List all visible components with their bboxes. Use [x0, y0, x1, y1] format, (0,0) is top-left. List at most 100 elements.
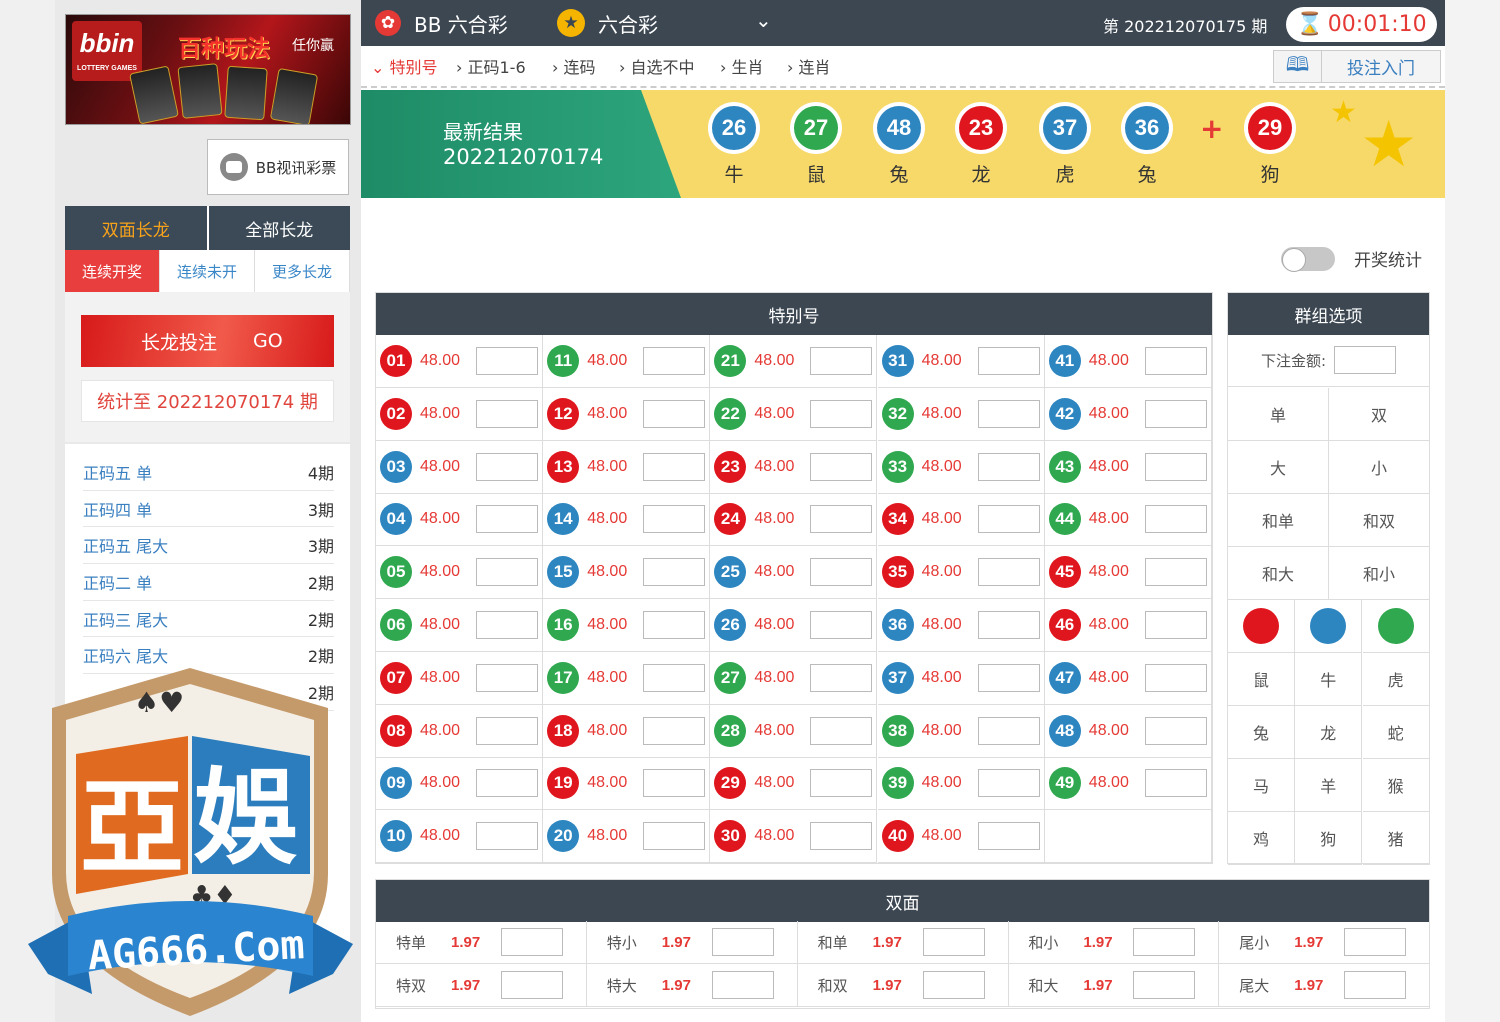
number-cell[interactable]: 08 48.00 — [376, 704, 543, 758]
number-cell[interactable]: 02 48.00 — [376, 387, 543, 441]
two-sided-cell[interactable]: 特大 1.97 — [586, 964, 798, 1007]
bet-input[interactable] — [643, 611, 706, 639]
bet-input[interactable] — [977, 558, 1040, 587]
video-lottery-button[interactable]: BB视讯彩票 — [207, 139, 349, 195]
number-cell[interactable]: 20 48.00 — [543, 810, 711, 864]
bet-input[interactable] — [1144, 452, 1207, 481]
bet-input[interactable] — [977, 505, 1040, 534]
bet-amount-input[interactable] — [1334, 346, 1397, 374]
bet-input[interactable] — [810, 558, 873, 587]
bet-input[interactable] — [922, 971, 985, 999]
two-sided-cell[interactable]: 特小 1.97 — [586, 921, 798, 964]
number-cell[interactable]: 27 48.00 — [710, 651, 878, 705]
group-option[interactable]: 和双 — [1329, 494, 1430, 547]
game-name[interactable]: 六合彩 — [598, 9, 658, 38]
bet-input[interactable] — [643, 399, 706, 428]
bet-input[interactable] — [643, 716, 706, 745]
bet-input[interactable] — [977, 822, 1040, 851]
zodiac-option[interactable]: 猪 — [1362, 812, 1430, 865]
number-cell[interactable]: 25 48.00 — [710, 546, 878, 600]
bet-input[interactable] — [476, 399, 538, 428]
bet-input[interactable] — [1133, 928, 1196, 956]
group-option[interactable]: 单 — [1228, 388, 1329, 441]
bet-input[interactable] — [977, 769, 1040, 798]
bet-input[interactable] — [1144, 399, 1207, 428]
list-item[interactable]: 正码五 单 4期 — [83, 454, 334, 491]
bet-input[interactable] — [1144, 505, 1207, 534]
bet-input[interactable] — [810, 347, 873, 375]
number-cell[interactable]: 40 48.00 — [877, 810, 1045, 864]
number-cell[interactable]: 46 48.00 — [1044, 599, 1212, 652]
bet-input[interactable] — [977, 399, 1040, 428]
two-sided-cell[interactable]: 尾小 1.97 — [1219, 921, 1431, 964]
number-cell[interactable]: 06 48.00 — [376, 599, 543, 652]
long-bet-go-button[interactable]: 长龙投注 GO — [81, 315, 334, 367]
list-item[interactable]: 正码五 尾大 3期 — [83, 527, 334, 565]
number-cell[interactable]: 31 48.00 — [877, 335, 1045, 388]
bet-input[interactable] — [810, 769, 873, 798]
bet-input[interactable] — [810, 505, 873, 534]
zodiac-option[interactable]: 虎 — [1362, 653, 1430, 706]
bet-input[interactable] — [476, 558, 538, 587]
zodiac-option[interactable]: 兔 — [1228, 706, 1295, 759]
zodiac-option[interactable]: 鸡 — [1228, 812, 1295, 865]
number-cell[interactable]: 26 48.00 — [710, 599, 878, 652]
number-cell[interactable]: 14 48.00 — [543, 493, 711, 547]
number-cell[interactable]: 24 48.00 — [710, 493, 878, 547]
bet-input[interactable] — [922, 928, 985, 956]
number-cell[interactable]: 32 48.00 — [877, 387, 1045, 441]
subtab-more-long[interactable]: 更多长龙 — [255, 250, 350, 292]
nav-shengxiao[interactable]: › 生肖 — [720, 54, 764, 78]
bet-input[interactable] — [476, 663, 538, 692]
red-wave-option[interactable] — [1228, 600, 1295, 653]
number-cell[interactable]: 03 48.00 — [376, 440, 543, 494]
bet-input[interactable] — [977, 452, 1040, 481]
bet-input[interactable] — [810, 452, 873, 481]
nav-special-number[interactable]: ⌄ 特别号 — [371, 54, 438, 78]
number-cell[interactable]: 16 48.00 — [543, 599, 711, 652]
chevron-down-icon[interactable]: ⌄ — [755, 8, 772, 32]
bet-input[interactable] — [810, 716, 873, 745]
promo-banner[interactable]: bbin LOTTERY GAMES 百种玩法 任你赢 — [65, 14, 351, 125]
group-option[interactable]: 双 — [1329, 388, 1430, 441]
number-cell[interactable]: 17 48.00 — [543, 651, 711, 705]
number-cell[interactable]: 39 48.00 — [877, 757, 1045, 811]
number-cell[interactable]: 21 48.00 — [710, 335, 878, 388]
group-option[interactable]: 和单 — [1228, 494, 1329, 547]
number-cell[interactable]: 04 48.00 — [376, 493, 543, 547]
bet-input[interactable] — [643, 452, 706, 481]
number-cell[interactable]: 49 48.00 — [1044, 757, 1212, 811]
bet-input[interactable] — [643, 663, 706, 692]
number-cell[interactable]: 13 48.00 — [543, 440, 711, 494]
nav-lianma[interactable]: › 连码 — [552, 54, 596, 78]
number-cell[interactable]: 44 48.00 — [1044, 493, 1212, 547]
list-item[interactable]: 正码三 尾大 2期 — [83, 601, 334, 638]
bet-input[interactable] — [1133, 971, 1196, 999]
subtab-consecutive-undrawn[interactable]: 连续未开 — [160, 250, 255, 292]
zodiac-option[interactable]: 羊 — [1295, 759, 1363, 812]
number-cell[interactable]: 36 48.00 — [877, 599, 1045, 652]
bet-input[interactable] — [1144, 769, 1207, 798]
blue-wave-option[interactable] — [1295, 600, 1363, 653]
bet-input[interactable] — [501, 928, 563, 956]
number-cell[interactable]: 45 48.00 — [1044, 546, 1212, 600]
two-sided-cell[interactable]: 和大 1.97 — [1008, 964, 1220, 1007]
subtab-consecutive-drawn[interactable]: 连续开奖 — [65, 250, 160, 292]
bet-input[interactable] — [1144, 558, 1207, 587]
bet-input[interactable] — [711, 928, 774, 956]
bet-input[interactable] — [977, 611, 1040, 639]
group-option[interactable]: 小 — [1329, 441, 1430, 494]
two-sided-cell[interactable]: 和双 1.97 — [797, 964, 1009, 1007]
bet-input[interactable] — [977, 663, 1040, 692]
two-sided-cell[interactable]: 特双 1.97 — [376, 964, 587, 1007]
number-cell[interactable]: 47 48.00 — [1044, 651, 1212, 705]
nav-zhengma[interactable]: › 正码1-6 — [456, 54, 526, 78]
zodiac-option[interactable]: 牛 — [1295, 653, 1363, 706]
bet-input[interactable] — [501, 971, 563, 999]
two-sided-cell[interactable]: 和小 1.97 — [1008, 921, 1220, 964]
number-cell[interactable]: 29 48.00 — [710, 757, 878, 811]
number-cell[interactable]: 10 48.00 — [376, 810, 543, 864]
number-cell[interactable]: 48 48.00 — [1044, 704, 1212, 758]
number-cell[interactable]: 37 48.00 — [877, 651, 1045, 705]
bet-input[interactable] — [1144, 347, 1207, 375]
